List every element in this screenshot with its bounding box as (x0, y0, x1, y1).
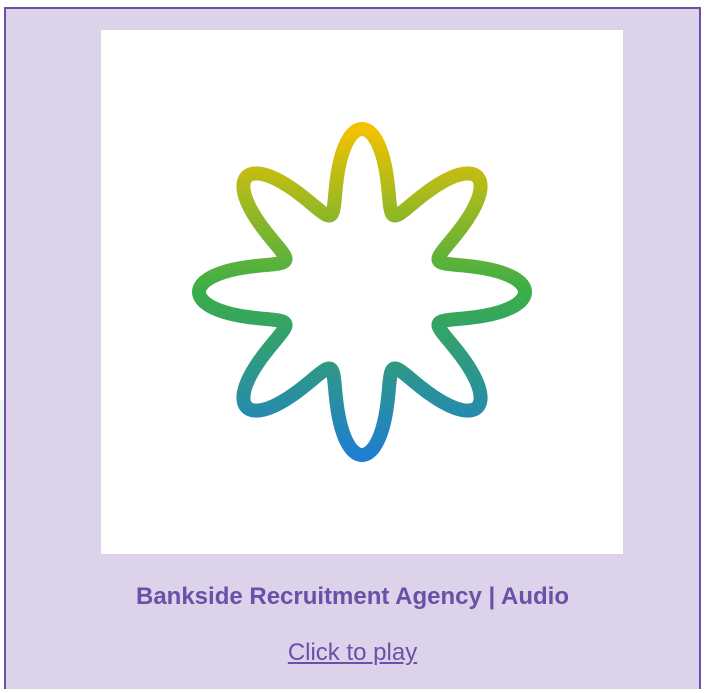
audio-card: Bankside Recruitment Agency | Audio Clic… (4, 7, 701, 689)
album-artwork[interactable] (101, 30, 623, 554)
card-title: Bankside Recruitment Agency | Audio (135, 583, 570, 610)
click-to-play-link[interactable]: Click to play (6, 639, 699, 667)
star-knot-logo-icon (192, 122, 532, 462)
